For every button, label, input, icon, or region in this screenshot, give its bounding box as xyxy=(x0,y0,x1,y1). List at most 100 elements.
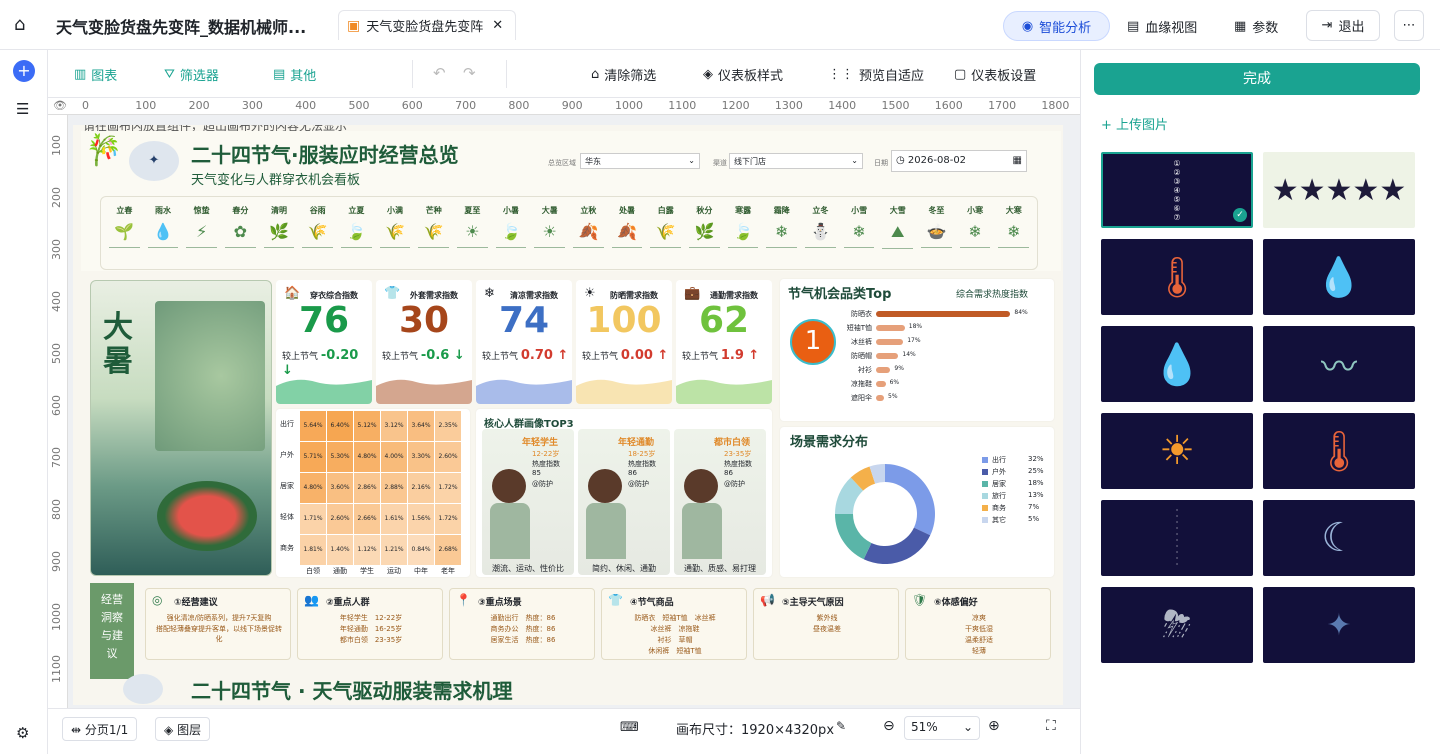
keyboard-icon[interactable]: ⌨ xyxy=(620,720,639,735)
image-thumb-logo[interactable]: ✦ xyxy=(1263,587,1415,663)
solar-term-item[interactable]: 清明 🌿 xyxy=(260,205,299,249)
solar-term-item[interactable]: 白露 🌾 xyxy=(646,205,685,249)
solar-term-item[interactable]: 夏至 ☀ xyxy=(453,205,492,249)
eye-icon[interactable]: 👁 xyxy=(53,99,67,112)
solar-term-icon: ❄ xyxy=(1007,222,1021,241)
insight-line: 通勤出行 热度：86 xyxy=(490,614,556,622)
solar-term-item[interactable]: 立夏 🍃 xyxy=(337,205,376,249)
persona-foot: 简约、休闲、通勤 xyxy=(592,564,656,573)
persona-item[interactable]: 都市白领 23-35岁 热度指数 86 @防护 通勤、质感、易打理 xyxy=(674,429,766,575)
solar-term-item[interactable]: 雨水 💧 xyxy=(144,205,183,249)
channel-filter-label: 渠道 xyxy=(713,159,727,167)
close-icon[interactable]: ✕ xyxy=(492,18,503,33)
persona-item[interactable]: 年轻学生 12-22岁 热度指数 85 @防护 潮流、运动、性价比 xyxy=(482,429,574,575)
done-button[interactable]: 完成 xyxy=(1094,63,1420,95)
image-thumb-thermometer-2[interactable]: 🌡 xyxy=(1263,413,1415,489)
other-menu[interactable]: ▤ 其他 xyxy=(273,65,316,84)
rank-badge-icon[interactable]: 1 xyxy=(790,319,836,365)
insight-title: ④节气商品 xyxy=(630,598,674,608)
layers-button[interactable]: ◈ 图层 xyxy=(155,717,211,741)
home-icon[interactable]: ⌂ xyxy=(14,14,25,35)
preview-fit-button[interactable]: ⋮⋮ 预览自适应 xyxy=(828,65,924,84)
solar-term-item[interactable]: 芒种 🌾 xyxy=(414,205,453,249)
redo-icon[interactable]: ↷ xyxy=(463,64,476,82)
tab-dashboard[interactable]: ▣ 天气变脸货盘先变阵 ✕ xyxy=(338,10,516,40)
zoom-in-icon[interactable]: ⊕ xyxy=(988,718,1000,734)
upload-image-button[interactable]: + 上传图片 xyxy=(1101,114,1168,133)
dashboard-style-button[interactable]: ◈ 仪表板样式 xyxy=(703,65,783,84)
donut-slice[interactable] xyxy=(885,464,935,536)
kpi-icon: ☀ xyxy=(584,286,596,301)
solar-term-item[interactable]: 立冬 ⛄ xyxy=(801,205,840,249)
add-component-icon[interactable]: + xyxy=(13,60,35,82)
image-thumb-drop[interactable]: 💧 xyxy=(1263,239,1415,315)
wind-icon: 〰 xyxy=(1320,347,1357,388)
image-thumb-numbers[interactable]: ① ② ③ ④ ⑤ ⑥ ⑦ ✓ xyxy=(1101,152,1253,228)
more-button[interactable]: ⋯ xyxy=(1394,10,1424,41)
dashboard-settings-button[interactable]: ▢ 仪表板设置 xyxy=(954,65,1036,84)
solar-term-item[interactable]: 大暑 ☀ xyxy=(530,205,569,249)
ai-analysis-button[interactable]: ◉ 智能分析 xyxy=(1003,11,1110,41)
ruler-tick-label: 100 xyxy=(50,135,63,156)
image-thumb-storm[interactable]: ⛈ xyxy=(1101,587,1253,663)
image-thumb-thermometer[interactable]: 🌡 xyxy=(1101,239,1253,315)
solar-term-item[interactable]: 小雪 ❄ xyxy=(840,205,879,249)
page-button[interactable]: ⇹ 分页1/1 xyxy=(62,717,138,741)
solar-term-item[interactable]: 春分 ✿ xyxy=(221,205,260,249)
solar-term-item[interactable]: 霜降 ❄ xyxy=(762,205,801,249)
region-select[interactable]: 华东 ⌄ xyxy=(580,153,700,169)
solar-term-item[interactable]: 大雪 ⛰ xyxy=(878,205,917,249)
image-thumb-stars[interactable]: ★★★★★ xyxy=(1263,152,1415,228)
lineage-view-button[interactable]: ▤ 血缘视图 xyxy=(1127,11,1197,41)
insight-block: 👕 ④节气商品 防晒衣 短袖T恤 冰丝裤 冰丝裤 凉拖鞋 衬衫 草帽 休闲裤 短袖T恤 xyxy=(601,588,747,660)
solar-term-item[interactable]: 寒露 🍃 xyxy=(724,205,763,249)
solar-term-name: 小暑 xyxy=(503,206,520,215)
solar-term-icon: ✿ xyxy=(233,222,248,241)
legend-name: 旅行 xyxy=(992,492,1006,500)
edit-icon[interactable]: ✎ xyxy=(836,719,846,733)
solar-term-item[interactable]: 大寒 ❄ xyxy=(994,205,1033,249)
image-thumb-moon[interactable]: ☾ xyxy=(1263,500,1415,576)
dashboard-canvas[interactable]: 请在画布内放置组件，超出画布外的内容无法显示 🎋 ✦ 二十四节气·服装应时经营总… xyxy=(73,125,1063,705)
image-thumb-wind[interactable]: 〰 xyxy=(1263,326,1415,402)
solar-term-item[interactable]: 立春 🌱 xyxy=(105,205,144,249)
persona-item[interactable]: 年轻通勤 18-25岁 热度指数 86 @防护 简约、休闲、通勤 xyxy=(578,429,670,575)
channel-select[interactable]: 线下门店 ⌄ xyxy=(729,153,863,169)
solar-term-item[interactable]: 秋分 🌿 xyxy=(685,205,724,249)
check-icon: ✓ xyxy=(1233,208,1247,222)
filter-menu[interactable]: ⛛ 筛选器 xyxy=(164,65,219,84)
solar-term-name: 谷雨 xyxy=(309,206,326,215)
heatmap-row-label: 商务 xyxy=(280,544,294,552)
date-picker[interactable]: ◷ 2026-08-02 ▦ xyxy=(891,150,1027,172)
solar-term-item[interactable]: 小寒 ❄ xyxy=(956,205,995,249)
donut-slice[interactable] xyxy=(863,527,931,564)
clear-filter-button[interactable]: ⌂ 清除筛选 xyxy=(591,65,656,84)
solar-term-line xyxy=(882,248,914,249)
image-thumb-sun[interactable]: ☀ xyxy=(1101,413,1253,489)
zoom-select[interactable]: 51% ⌄ xyxy=(904,716,980,740)
scene-donut-chart xyxy=(835,464,935,564)
solar-term-item[interactable]: 谷雨 🌾 xyxy=(298,205,337,249)
solar-term-item[interactable]: 冬至 🍲 xyxy=(917,205,956,249)
persona-line: @防护 xyxy=(724,480,745,488)
undo-icon[interactable]: ↶ xyxy=(433,64,446,82)
solar-term-item[interactable]: 惊蛰 ⚡ xyxy=(182,205,221,249)
persona-foot: 通勤、质感、易打理 xyxy=(684,564,756,573)
zoom-out-icon[interactable]: ⊖ xyxy=(883,718,895,734)
image-thumb-water[interactable]: 💧 xyxy=(1101,326,1253,402)
exit-button[interactable]: ⇥ 退出 xyxy=(1306,10,1380,41)
image-thumb-line[interactable]: · · · · · · · · · · xyxy=(1101,500,1253,576)
divider xyxy=(506,60,507,88)
solar-term-item[interactable]: 小暑 🍃 xyxy=(492,205,531,249)
chart-menu[interactable]: ▥ 图表 xyxy=(74,65,117,84)
insight-vertical-label: 经营洞察与建议 xyxy=(90,583,134,679)
params-button[interactable]: ▦ 参数 xyxy=(1234,11,1278,41)
insight-block: 📍 ③重点场景 通勤出行 热度：86 商务办公 热度：86 居家生活 热度：86 xyxy=(449,588,595,660)
fit-screen-icon[interactable]: ⛶ xyxy=(1046,718,1056,734)
solar-term-item[interactable]: 立秋 🍂 xyxy=(569,205,608,249)
donut-slice[interactable] xyxy=(835,514,872,560)
outline-icon[interactable]: ☰ xyxy=(16,100,29,118)
solar-term-item[interactable]: 小满 🌾 xyxy=(376,205,415,249)
settings-icon[interactable]: ⚙ xyxy=(16,724,29,742)
solar-term-item[interactable]: 处暑 🍂 xyxy=(608,205,647,249)
